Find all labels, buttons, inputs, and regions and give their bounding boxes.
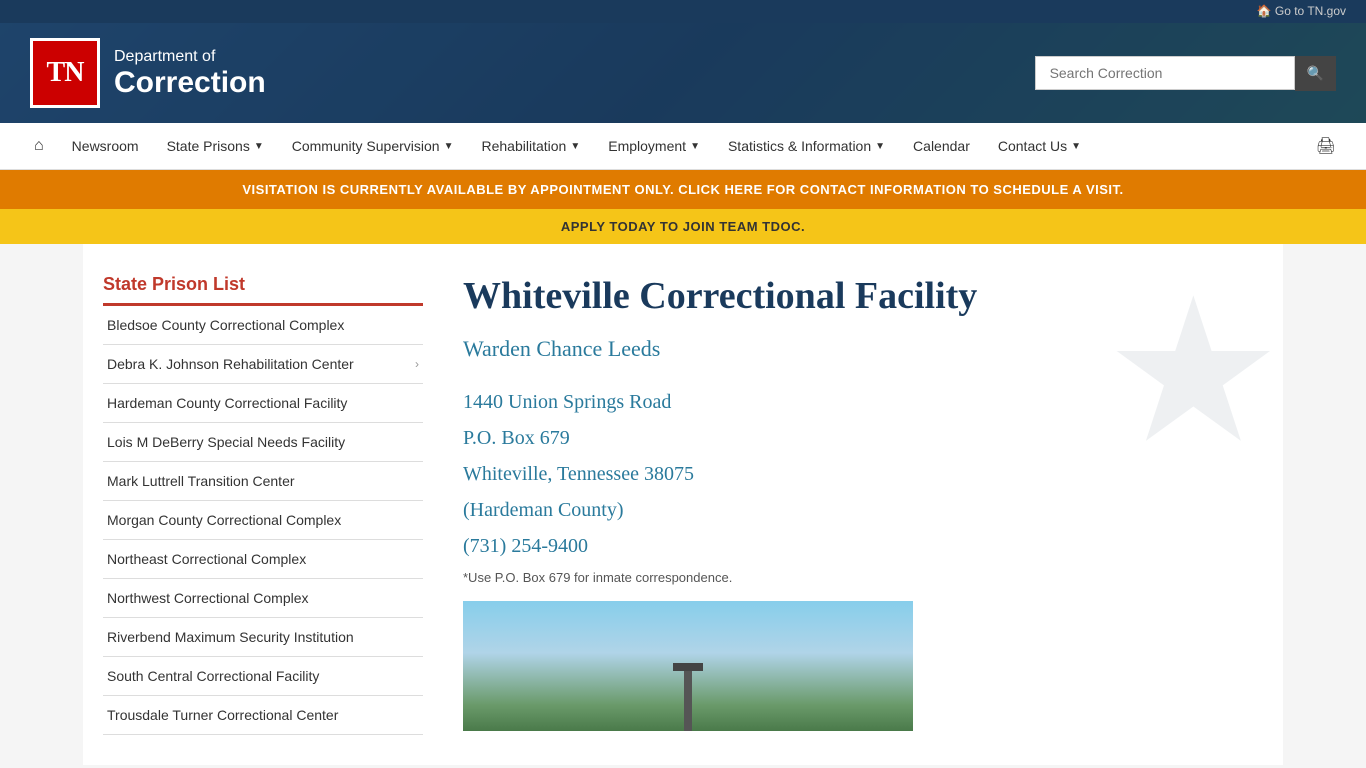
sidebar-link-morgan[interactable]: Morgan County Correctional Complex (103, 501, 423, 539)
site-header: TN Department of Correction 🔍 (0, 23, 1366, 123)
dept-correction-label: Correction (114, 66, 266, 99)
list-item: Trousdale Turner Correctional Center (103, 696, 423, 735)
nav-employment[interactable]: Employment ▼ (594, 124, 714, 168)
chevron-icon: ▼ (570, 141, 580, 152)
phone-number: (731) 254-9400 (463, 530, 1263, 562)
chevron-icon: ▼ (690, 141, 700, 152)
chevron-icon: ▼ (254, 141, 264, 152)
sidebar-link-hardeman[interactable]: Hardeman County Correctional Facility (103, 384, 423, 422)
inmate-note: *Use P.O. Box 679 for inmate corresponde… (463, 570, 1263, 585)
search-button[interactable]: 🔍 (1295, 56, 1336, 91)
address-block: 1440 Union Springs Road P.O. Box 679 Whi… (463, 386, 1263, 562)
dept-of-label: Department of (114, 48, 266, 66)
sidebar-link-riverbend[interactable]: Riverbend Maximum Security Institution (103, 618, 423, 656)
warden-name: Warden Chance Leeds (463, 336, 1263, 362)
top-bar: 🏠 Go to TN.gov (0, 0, 1366, 23)
print-icon[interactable]: 🖨 (1306, 126, 1346, 166)
sidebar: State Prison List Bledsoe County Correct… (103, 274, 423, 735)
nav-newsroom[interactable]: Newsroom (58, 124, 153, 168)
list-item: Northeast Correctional Complex (103, 540, 423, 579)
list-item: Mark Luttrell Transition Center (103, 462, 423, 501)
sidebar-link-northeast[interactable]: Northeast Correctional Complex (103, 540, 423, 578)
sidebar-link-northwest[interactable]: Northwest Correctional Complex (103, 579, 423, 617)
nav-rehabilitation[interactable]: Rehabilitation ▼ (468, 124, 595, 168)
list-item: Hardeman County Correctional Facility (103, 384, 423, 423)
nav-community-supervision[interactable]: Community Supervision ▼ (278, 124, 468, 168)
facility-image (463, 601, 913, 731)
address-line-4: (Hardeman County) (463, 494, 1263, 526)
nav-state-prisons[interactable]: State Prisons ▼ (153, 124, 278, 168)
pole-light (673, 663, 703, 671)
tn-logo[interactable]: TN (30, 38, 100, 108)
address-line-2: P.O. Box 679 (463, 422, 1263, 454)
chevron-icon: ▼ (875, 141, 885, 152)
sidebar-title: State Prison List (103, 274, 423, 295)
apply-banner[interactable]: APPLY TODAY TO JOIN TEAM TDOC. (0, 209, 1366, 244)
list-item: Lois M DeBerry Special Needs Facility (103, 423, 423, 462)
address-line-1: 1440 Union Springs Road (463, 386, 1263, 418)
expand-icon: › (415, 357, 419, 371)
sidebar-link-debra[interactable]: Debra K. Johnson Rehabilitation Center › (103, 345, 423, 383)
logo-area: TN Department of Correction (30, 38, 266, 108)
sidebar-link-mark[interactable]: Mark Luttrell Transition Center (103, 462, 423, 500)
list-item: Debra K. Johnson Rehabilitation Center › (103, 345, 423, 384)
chevron-icon: ▼ (1071, 141, 1081, 152)
search-input[interactable] (1035, 56, 1295, 90)
visitation-banner[interactable]: VISITATION IS CURRENTLY AVAILABLE BY APP… (0, 170, 1366, 209)
chevron-icon: ▼ (444, 141, 454, 152)
sidebar-link-bledsoe[interactable]: Bledsoe County Correctional Complex (103, 306, 423, 344)
detail-area: ★ Whiteville Correctional Facility Warde… (463, 274, 1263, 735)
facility-title: Whiteville Correctional Facility (463, 274, 1263, 320)
main-nav: ⌂ Newsroom State Prisons ▼ Community Sup… (0, 123, 1366, 170)
main-content: State Prison List Bledsoe County Correct… (83, 244, 1283, 765)
list-item: Riverbend Maximum Security Institution (103, 618, 423, 657)
list-item: Morgan County Correctional Complex (103, 501, 423, 540)
go-to-tn-link[interactable]: 🏠 Go to TN.gov (1257, 4, 1346, 18)
search-area: 🔍 (1035, 56, 1336, 91)
address-line-3: Whiteville, Tennessee 38075 (463, 458, 1263, 490)
nav-home[interactable]: ⌂ (20, 123, 58, 169)
list-item: Northwest Correctional Complex (103, 579, 423, 618)
sidebar-link-trousdale[interactable]: Trousdale Turner Correctional Center (103, 696, 423, 734)
nav-calendar[interactable]: Calendar (899, 124, 984, 168)
list-item: South Central Correctional Facility (103, 657, 423, 696)
sidebar-link-south-central[interactable]: South Central Correctional Facility (103, 657, 423, 695)
sidebar-list: Bledsoe County Correctional Complex Debr… (103, 306, 423, 735)
list-item: Bledsoe County Correctional Complex (103, 306, 423, 345)
nav-contact[interactable]: Contact Us ▼ (984, 124, 1095, 168)
nav-statistics[interactable]: Statistics & Information ▼ (714, 124, 899, 168)
dept-name: Department of Correction (114, 48, 266, 99)
sidebar-link-lois[interactable]: Lois M DeBerry Special Needs Facility (103, 423, 423, 461)
